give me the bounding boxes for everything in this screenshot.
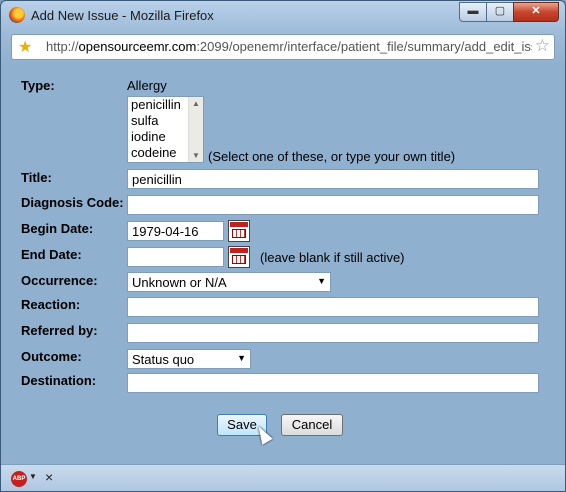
close-button[interactable]: ✕	[513, 2, 559, 22]
window-title: Add New Issue - Mozilla Firefox	[31, 8, 214, 23]
title-bar[interactable]: Add New Issue - Mozilla Firefox ▬ ▢ ✕	[1, 1, 565, 31]
url-path: :2099/openemr/interface/patient_file/sum…	[196, 39, 532, 54]
destination-field[interactable]	[127, 373, 539, 393]
end-date-field[interactable]	[127, 247, 224, 267]
diagnosis-code-field[interactable]	[127, 195, 539, 215]
popup-window: Add New Issue - Mozilla Firefox ▬ ▢ ✕ ★ …	[0, 0, 566, 492]
title-label: Title:	[21, 170, 52, 185]
maximize-button[interactable]: ▢	[486, 2, 514, 22]
occurrence-select[interactable]: Unknown or N/A ▼	[127, 272, 331, 292]
begin-date-label: Begin Date:	[21, 221, 94, 236]
url-bar[interactable]: ★ http://opensourceemr.com:2099/openemr/…	[11, 34, 555, 60]
diagnosis-code-label: Diagnosis Code:	[21, 195, 124, 210]
outcome-label: Outcome:	[21, 349, 82, 364]
referred-by-field[interactable]	[127, 323, 539, 343]
close-icon[interactable]: ×	[45, 469, 53, 485]
bookmark-outline-star-icon[interactable]: ☆	[535, 36, 550, 56]
scroll-up-icon[interactable]: ▲	[192, 99, 200, 108]
referred-by-label: Referred by:	[21, 323, 98, 338]
calendar-icon[interactable]	[228, 220, 250, 242]
scroll-down-icon[interactable]: ▼	[192, 151, 200, 160]
end-date-label: End Date:	[21, 247, 82, 262]
outcome-select[interactable]: Status quo ▼	[127, 349, 251, 369]
calendar-icon[interactable]	[228, 246, 250, 268]
cancel-button[interactable]: Cancel	[281, 414, 343, 436]
title-hint: (Select one of these, or type your own t…	[208, 149, 456, 164]
firefox-icon	[9, 7, 25, 23]
adblock-plus-icon[interactable]: ABP	[11, 471, 27, 487]
end-date-hint: (leave blank if still active)	[260, 250, 405, 265]
mouse-pointer-icon	[253, 423, 273, 445]
occurrence-value: Unknown or N/A	[132, 275, 227, 290]
url-host: opensourceemr.com	[78, 39, 197, 54]
chevron-down-icon: ▼	[237, 353, 246, 363]
url-prefix: http://	[46, 39, 79, 54]
type-label: Type:	[21, 78, 55, 93]
title-options-list[interactable]: penicillin sulfa iodine codeine ▲ ▼	[127, 96, 204, 163]
bookmark-star-icon[interactable]: ★	[18, 37, 32, 57]
begin-date-field[interactable]: 1979-04-16	[127, 221, 224, 241]
url-text[interactable]: http://opensourceemr.com:2099/openemr/in…	[46, 39, 532, 54]
minimize-button[interactable]: ▬	[459, 2, 487, 22]
type-value: Allergy	[127, 78, 167, 93]
reaction-label: Reaction:	[21, 297, 81, 312]
title-field[interactable]: penicillin	[127, 169, 539, 189]
reaction-field[interactable]	[127, 297, 539, 317]
outcome-value: Status quo	[132, 352, 195, 367]
list-scrollbar[interactable]: ▲ ▼	[188, 97, 203, 162]
window-controls: ▬ ▢ ✕	[459, 2, 559, 22]
occurrence-label: Occurrence:	[21, 273, 98, 288]
issue-form: Type: Allergy penicillin sulfa iodine co…	[8, 65, 558, 463]
destination-label: Destination:	[21, 373, 97, 388]
status-bar: ABP ▼ ×	[1, 464, 565, 491]
chevron-down-icon[interactable]: ▼	[29, 472, 37, 481]
chevron-down-icon: ▼	[317, 276, 326, 286]
